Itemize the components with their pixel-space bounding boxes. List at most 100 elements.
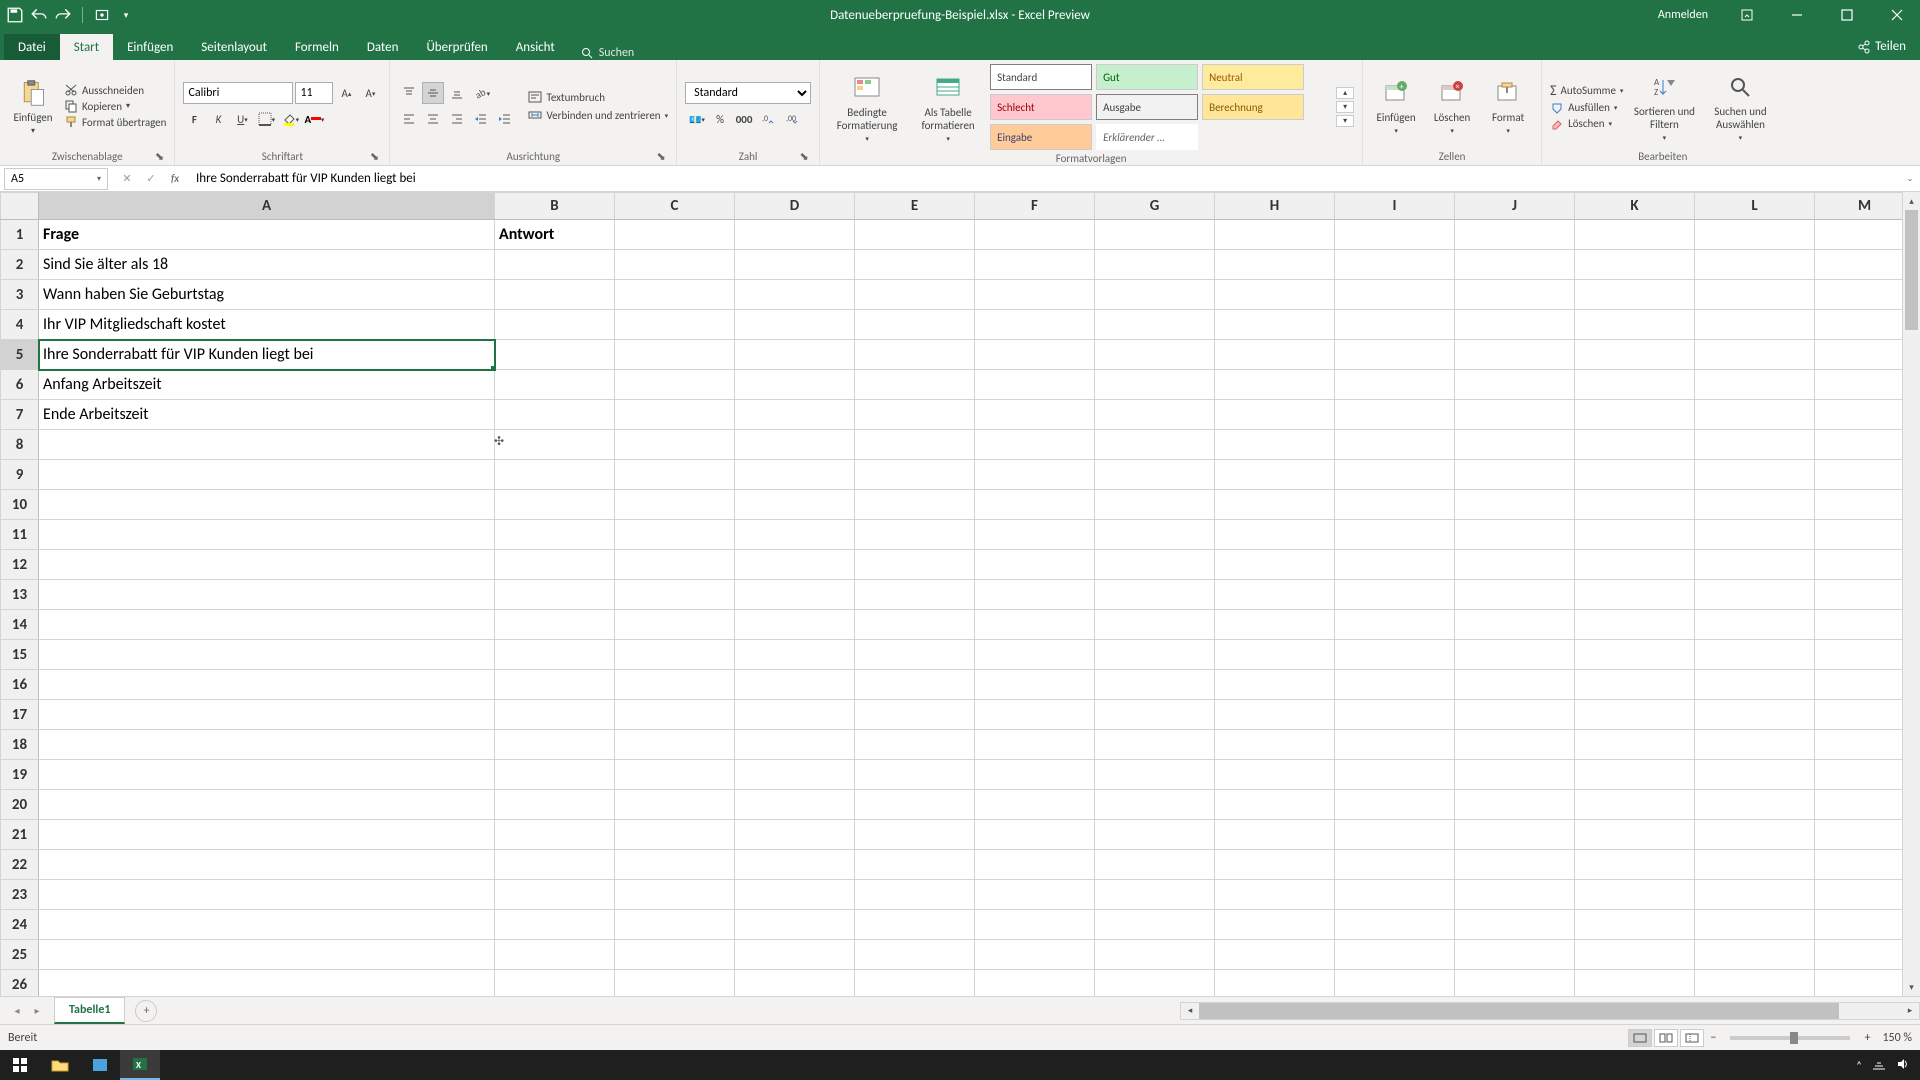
- cell-G13[interactable]: [1095, 580, 1215, 610]
- cell-C13[interactable]: [615, 580, 735, 610]
- increase-indent-icon[interactable]: [494, 108, 516, 130]
- cell-A4[interactable]: Ihr VIP Mitgliedschaft kostet: [39, 310, 495, 340]
- cell-L13[interactable]: [1695, 580, 1815, 610]
- cell-K8[interactable]: [1575, 430, 1695, 460]
- cell-E16[interactable]: [855, 670, 975, 700]
- cell-L26[interactable]: [1695, 970, 1815, 997]
- cell-E15[interactable]: [855, 640, 975, 670]
- cell-J1[interactable]: [1455, 220, 1575, 250]
- cell-B15[interactable]: [495, 640, 615, 670]
- cell-C26[interactable]: [615, 970, 735, 997]
- alignment-launcher-icon[interactable]: ⬊: [654, 149, 668, 163]
- tell-me-search[interactable]: Suchen: [581, 46, 634, 60]
- cell-I19[interactable]: [1335, 760, 1455, 790]
- hscroll-thumb[interactable]: [1199, 1003, 1839, 1019]
- cell-D20[interactable]: [735, 790, 855, 820]
- cell-H21[interactable]: [1215, 820, 1335, 850]
- cell-G5[interactable]: [1095, 340, 1215, 370]
- gallery-up-icon[interactable]: ▴: [1336, 87, 1354, 99]
- cell-A25[interactable]: [39, 940, 495, 970]
- cell-J20[interactable]: [1455, 790, 1575, 820]
- spreadsheet-grid[interactable]: ABCDEFGHIJKLM1FrageAntwort2Sind Sie älte…: [0, 192, 1920, 996]
- cell-L2[interactable]: [1695, 250, 1815, 280]
- fill-color-button[interactable]: ▾: [279, 108, 301, 130]
- col-header-M[interactable]: M: [1815, 193, 1915, 220]
- cell-D12[interactable]: [735, 550, 855, 580]
- cell-L1[interactable]: [1695, 220, 1815, 250]
- clipboard-launcher-icon[interactable]: ⬊: [152, 149, 166, 163]
- cell-G14[interactable]: [1095, 610, 1215, 640]
- taskbar-excel[interactable]: X: [120, 1050, 160, 1080]
- cell-E12[interactable]: [855, 550, 975, 580]
- cell-E19[interactable]: [855, 760, 975, 790]
- row-header-15[interactable]: 15: [1, 640, 39, 670]
- cell-F15[interactable]: [975, 640, 1095, 670]
- cell-J7[interactable]: [1455, 400, 1575, 430]
- cell-F1[interactable]: [975, 220, 1095, 250]
- style-eingabe[interactable]: Eingabe: [990, 124, 1092, 150]
- row-header-7[interactable]: 7: [1, 400, 39, 430]
- row-header-3[interactable]: 3: [1, 280, 39, 310]
- tab-einfuegen[interactable]: Einfügen: [113, 34, 187, 60]
- zoom-slider[interactable]: [1730, 1036, 1850, 1040]
- cell-B10[interactable]: [495, 490, 615, 520]
- cell-C15[interactable]: [615, 640, 735, 670]
- cell-K1[interactable]: [1575, 220, 1695, 250]
- tab-start[interactable]: Start: [60, 34, 113, 60]
- cell-E2[interactable]: [855, 250, 975, 280]
- cell-J3[interactable]: [1455, 280, 1575, 310]
- cell-C17[interactable]: [615, 700, 735, 730]
- cell-D25[interactable]: [735, 940, 855, 970]
- merge-center-button[interactable]: Verbinden und zentrieren ▾: [528, 108, 668, 122]
- cell-G1[interactable]: [1095, 220, 1215, 250]
- cell-C4[interactable]: [615, 310, 735, 340]
- cell-I20[interactable]: [1335, 790, 1455, 820]
- wrap-text-button[interactable]: Textumbruch: [528, 90, 668, 104]
- cell-K25[interactable]: [1575, 940, 1695, 970]
- cell-B4[interactable]: [495, 310, 615, 340]
- cell-K13[interactable]: [1575, 580, 1695, 610]
- cell-E20[interactable]: [855, 790, 975, 820]
- autosum-button[interactable]: Σ AutoSumme ▾: [1550, 82, 1623, 99]
- insert-function-icon[interactable]: fx: [164, 169, 186, 189]
- cell-K6[interactable]: [1575, 370, 1695, 400]
- cell-D11[interactable]: [735, 520, 855, 550]
- align-top-icon[interactable]: [398, 82, 420, 104]
- cell-E8[interactable]: [855, 430, 975, 460]
- clear-button[interactable]: Löschen ▾: [1550, 117, 1623, 131]
- cell-E26[interactable]: [855, 970, 975, 997]
- cell-H11[interactable]: [1215, 520, 1335, 550]
- cell-D7[interactable]: [735, 400, 855, 430]
- cell-D22[interactable]: [735, 850, 855, 880]
- row-header-20[interactable]: 20: [1, 790, 39, 820]
- conditional-formatting-button[interactable]: Bedingte Formatierung▾: [828, 70, 906, 145]
- fill-button[interactable]: Ausfüllen ▾: [1550, 101, 1623, 115]
- align-middle-icon[interactable]: [422, 82, 444, 104]
- cell-H13[interactable]: [1215, 580, 1335, 610]
- orientation-icon[interactable]: ab▾: [470, 82, 492, 104]
- cell-A9[interactable]: [39, 460, 495, 490]
- cell-M14[interactable]: [1815, 610, 1915, 640]
- cell-J4[interactable]: [1455, 310, 1575, 340]
- cell-C18[interactable]: [615, 730, 735, 760]
- share-button[interactable]: Teilen: [1843, 33, 1920, 60]
- cell-K7[interactable]: [1575, 400, 1695, 430]
- cell-G2[interactable]: [1095, 250, 1215, 280]
- cell-I11[interactable]: [1335, 520, 1455, 550]
- cell-M8[interactable]: [1815, 430, 1915, 460]
- find-select-button[interactable]: Suchen und Auswählen▾: [1705, 69, 1775, 144]
- cell-L24[interactable]: [1695, 910, 1815, 940]
- cell-B7[interactable]: [495, 400, 615, 430]
- cell-L21[interactable]: [1695, 820, 1815, 850]
- cell-M22[interactable]: [1815, 850, 1915, 880]
- cell-E7[interactable]: [855, 400, 975, 430]
- cell-M5[interactable]: [1815, 340, 1915, 370]
- row-header-1[interactable]: 1: [1, 220, 39, 250]
- number-format-combo[interactable]: Standard: [685, 82, 811, 104]
- cell-G6[interactable]: [1095, 370, 1215, 400]
- cell-A20[interactable]: [39, 790, 495, 820]
- cell-H4[interactable]: [1215, 310, 1335, 340]
- cell-I10[interactable]: [1335, 490, 1455, 520]
- start-button[interactable]: [0, 1050, 40, 1080]
- cell-J24[interactable]: [1455, 910, 1575, 940]
